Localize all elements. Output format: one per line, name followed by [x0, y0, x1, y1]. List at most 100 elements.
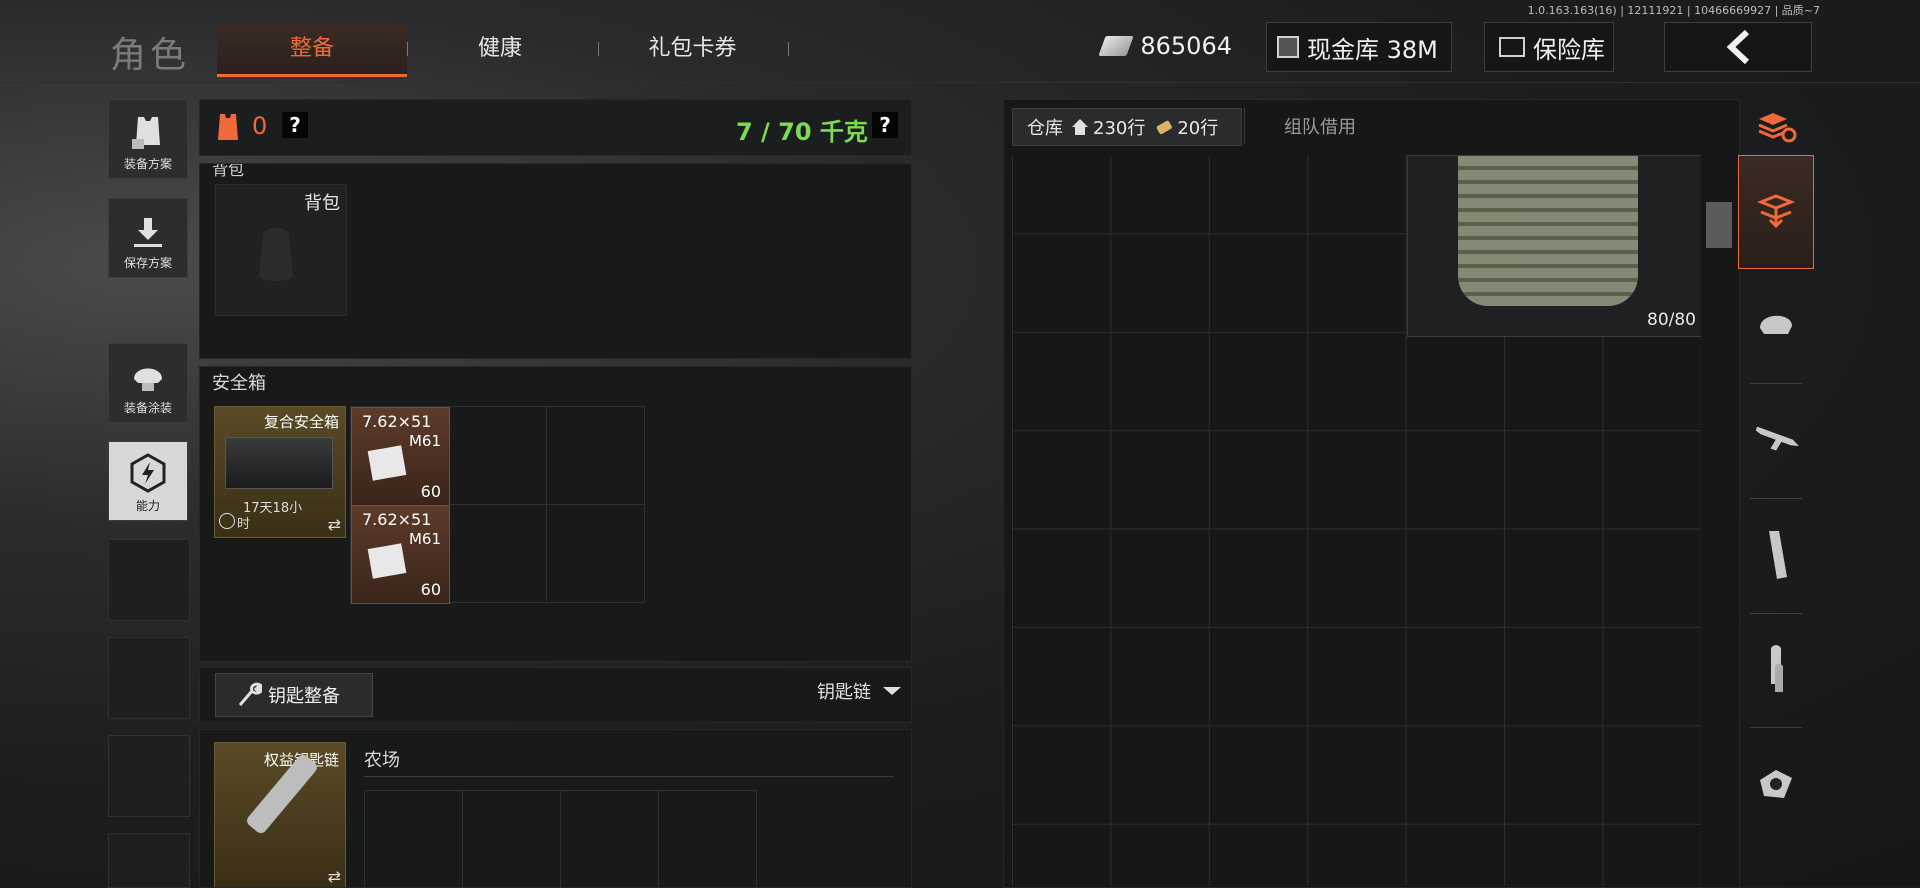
save-preset-button[interactable]: 保存方案 [108, 198, 188, 278]
ability-label: 能力 [135, 499, 160, 513]
cash-vault-button[interactable]: 现金库 38M [1266, 22, 1452, 72]
cash-vault-label: 现金库 38M [1307, 35, 1438, 64]
armor-vest-item[interactable]: 80/80 [1407, 155, 1701, 337]
side-tab-helmet[interactable] [1738, 272, 1814, 372]
location-underline [364, 776, 894, 777]
chevron-down-icon [883, 687, 901, 695]
side-tab-weapon[interactable] [1738, 392, 1814, 492]
rifle-icon [1755, 426, 1799, 451]
chevron-left-icon [1726, 30, 1750, 64]
equipment-preset-label: 装备方案 [123, 157, 172, 171]
grid-cell [560, 790, 659, 887]
safe-box-title: 安全箱 [212, 373, 266, 394]
backpack-slot[interactable]: 背包 [215, 184, 347, 316]
tab-gift-coupons[interactable]: 礼包卡券 [600, 24, 785, 74]
swap-icon[interactable]: ⇄ [328, 515, 341, 534]
equipment-paint-button[interactable]: 装备涂装 [108, 343, 188, 423]
help-icon[interactable]: ? [282, 112, 308, 138]
home-icon [1072, 119, 1088, 135]
empty-slot [108, 539, 190, 621]
side-tab-all[interactable] [1738, 155, 1814, 269]
safe-box-timer-unit: 时 [237, 517, 251, 532]
ammo-item[interactable]: 7.62×51 M61 60 [351, 505, 450, 604]
side-divider [1750, 498, 1802, 499]
armor-vest-icon [1458, 156, 1638, 306]
ammo-icon [1771, 645, 1783, 692]
stack-refresh-icon [1758, 113, 1797, 143]
tab-divider [407, 42, 408, 56]
ammo-item[interactable]: 7.62×51 M61 60 [351, 407, 450, 506]
backpack-slot-label: 背包 [304, 193, 340, 214]
ammo-box-icon [367, 543, 407, 579]
empty-slot [108, 735, 190, 817]
scrollbar-thumb[interactable] [1706, 202, 1732, 248]
backpack-icon [259, 227, 293, 281]
side-tab-ammo[interactable] [1738, 620, 1814, 720]
safe-box-panel: 安全箱 复合安全箱 17天18小 时 ⇄ 7.62×51 M61 60 7.62… [199, 366, 912, 662]
sort-button[interactable] [1738, 99, 1814, 155]
ammo-type: M61 [408, 432, 441, 450]
helmet-paint-icon [134, 368, 162, 391]
item-durability: 80/80 [1647, 310, 1696, 330]
keychain-location: 农场 [364, 750, 400, 771]
key-section-header: 钥匙整备 钥匙链 [199, 667, 912, 723]
download-icon [134, 218, 162, 247]
side-divider [1750, 727, 1802, 728]
warehouse-tab-label: 仓库 [1027, 118, 1063, 139]
ammo-count: 60 [420, 482, 441, 501]
grid-cell [546, 406, 645, 505]
equipment-paint-label: 装备涂装 [123, 401, 172, 415]
warehouse-grid: 80/80 [1012, 155, 1701, 886]
keychain-panel: 权益钥匙链 ⇄ 农场 [199, 729, 912, 888]
vault-card-icon [1277, 36, 1299, 58]
safe-case-icon [225, 437, 333, 489]
clock-icon [219, 513, 235, 529]
warehouse-rows-ticket: 20行 [1177, 118, 1219, 139]
loadout-header: 0 ? 7 / 70 千克 ? [199, 99, 912, 156]
key-loadout-button[interactable]: 钥匙整备 [215, 673, 373, 717]
equipment-preset-button[interactable]: 装备方案 [108, 99, 188, 179]
grid-cell [462, 790, 561, 887]
currency-value: 865064 [1140, 32, 1232, 60]
grid-cell [364, 790, 463, 887]
tab-health[interactable]: 健康 [410, 24, 590, 74]
sight-icon [1760, 770, 1792, 798]
ammo-box-icon [367, 445, 407, 481]
ability-icon [130, 453, 166, 493]
grid-cell [448, 504, 547, 603]
empty-slot [108, 833, 190, 888]
grid-cell [448, 406, 547, 505]
warehouse-rows-home: 230行 [1093, 118, 1146, 139]
swap-icon[interactable]: ⇄ [328, 867, 341, 886]
currency-display: 865064 [1094, 22, 1232, 70]
side-tab-attachment[interactable] [1738, 734, 1814, 834]
backpack-panel: 背包 背包 [199, 163, 912, 359]
weight-help-icon[interactable]: ? [872, 112, 898, 138]
safe-vault-label: 保险库 [1533, 35, 1605, 64]
side-tab-magazine[interactable] [1738, 505, 1814, 605]
tab-equipment[interactable]: 整备 [217, 24, 407, 77]
empty-slot [108, 637, 190, 719]
build-info: 1.0.163.163(16) | 12111921 | 10466669927… [1527, 4, 1820, 17]
menu-divider [108, 309, 188, 310]
grid-cell [658, 790, 757, 887]
weight-indicator: 7 / 70 千克 [736, 118, 868, 146]
ability-button[interactable]: 能力 [108, 441, 188, 521]
tab-divider [788, 42, 789, 56]
save-preset-label: 保存方案 [123, 256, 172, 270]
keychain-dropdown[interactable]: 钥匙链 [817, 678, 903, 704]
back-button[interactable] [1664, 22, 1812, 72]
safe-box-slot[interactable]: 复合安全箱 17天18小 时 ⇄ [214, 406, 346, 538]
ammo-caliber: 7.62×51 [362, 510, 432, 529]
team-borrow-tab[interactable]: 组队借用 [1244, 108, 1395, 144]
backpack-section-label: 背包 [212, 163, 245, 179]
ammo-caliber: 7.62×51 [362, 412, 432, 431]
safe-vault-button[interactable]: 保险库 [1484, 22, 1614, 72]
cash-icon [1098, 36, 1135, 56]
keychain-slot[interactable]: 权益钥匙链 ⇄ [214, 742, 346, 887]
safe-box-name: 复合安全箱 [263, 413, 339, 431]
safe-icon [1499, 37, 1525, 57]
vest-preset-icon [132, 117, 160, 149]
warehouse-tab[interactable]: 仓库 230行 20行 [1012, 108, 1242, 146]
ammo-count: 60 [420, 580, 441, 599]
